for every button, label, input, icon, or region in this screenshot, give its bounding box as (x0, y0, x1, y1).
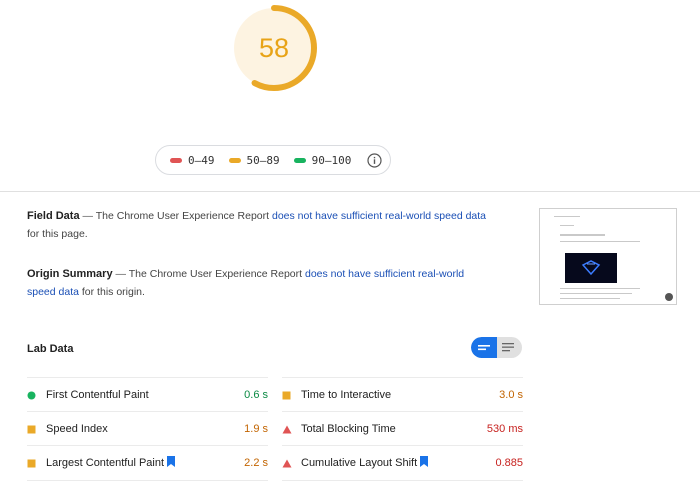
metrics-view-toggle[interactable] (471, 337, 522, 358)
legend-swatch-poor (170, 157, 182, 163)
origin-summary-heading: Origin Summary (27, 268, 113, 280)
legend-swatch-good (293, 157, 306, 163)
legend-label-good: 90–100 (311, 153, 352, 167)
metric-value: 2.2 s (244, 457, 268, 469)
metric-name: Time to Interactive (301, 389, 392, 401)
metric-value: 530 ms (486, 423, 523, 435)
metric-name: Speed Index (46, 423, 108, 435)
metric-time-to-interactive: Time to Interactive 3.0 s (282, 377, 523, 412)
legend-item-poor: 0–49 (170, 154, 215, 167)
page-screenshot-thumbnail[interactable] (539, 208, 677, 305)
origin-summary-section: Origin Summary — The Chrome User Experie… (27, 265, 487, 301)
legend-label-poor: 0–49 (188, 153, 215, 167)
legend-label-average: 50–89 (246, 153, 280, 167)
thumb-text-line (560, 298, 620, 299)
field-data-dash: — (82, 210, 94, 222)
average-status-square-icon (282, 388, 296, 402)
legend-item-average: 50–89 (228, 153, 280, 167)
metric-first-contentful-paint: First Contentful Paint 0.6 s (27, 377, 268, 412)
field-data-section: Field Data — The Chrome User Experience … (27, 207, 487, 243)
poor-status-triangle-icon (282, 456, 296, 470)
field-data-text: The Chrome User Experience Report (95, 210, 270, 222)
poor-status-triangle-icon (282, 422, 296, 436)
legend-swatch-average (228, 157, 241, 163)
field-data-link[interactable]: does not have sufficient real-world spee… (272, 210, 486, 222)
metric-value: 0.885 (495, 457, 523, 469)
metric-value: 3.0 s (499, 389, 523, 401)
origin-summary-dash: — (115, 268, 127, 280)
average-status-square-icon (27, 456, 41, 470)
thumb-text-line (554, 216, 580, 217)
metric-name: Largest Contentful Paint (46, 457, 165, 469)
metric-speed-index: Speed Index 1.9 s (27, 411, 268, 446)
metrics-row: Largest Contentful Paint 2.2 s Cumulativ… (27, 445, 523, 481)
thumb-text-line (560, 241, 640, 242)
metric-cumulative-layout-shift: Cumulative Layout Shift 0.885 (282, 445, 523, 481)
thumb-text-line (560, 288, 640, 289)
origin-summary-text-end: for this origin. (81, 286, 145, 298)
score-legend: 0–49 50–89 90–100 (155, 145, 391, 175)
average-status-square-icon (27, 422, 41, 436)
info-icon[interactable] (367, 153, 382, 168)
metric-name: First Contentful Paint (46, 389, 149, 401)
score-value: 58 (258, 32, 290, 63)
good-status-circle-icon (27, 388, 41, 402)
metric-total-blocking-time: Total Blocking Time 530 ms (282, 411, 523, 446)
lab-data-heading: Lab Data (27, 343, 74, 355)
metrics-row: Speed Index 1.9 s Total Blocking Time 53… (27, 411, 523, 446)
thumb-text-line (560, 293, 632, 294)
legend-item-good: 90–100 (293, 153, 352, 167)
lab-metrics-table: First Contentful Paint 0.6 s Time to Int… (27, 377, 523, 481)
metric-value: 0.6 s (244, 389, 268, 401)
compact-list-icon (478, 345, 490, 351)
bookmark-flag-icon[interactable] (420, 456, 429, 470)
performance-score-gauge: 58 (230, 4, 318, 92)
field-data-heading: Field Data (27, 210, 80, 222)
thumb-text-line (560, 225, 574, 226)
section-divider (0, 191, 700, 192)
thumb-scroll-button-icon (665, 293, 673, 301)
thumb-hero-image (565, 253, 617, 283)
bookmark-flag-icon[interactable] (167, 456, 176, 470)
metric-name: Total Blocking Time (301, 423, 396, 435)
metrics-row: First Contentful Paint 0.6 s Time to Int… (27, 377, 523, 412)
field-data-text-end: for this page. (27, 228, 88, 240)
metric-largest-contentful-paint: Largest Contentful Paint 2.2 s (27, 445, 268, 481)
thumb-title-line (560, 234, 605, 236)
metric-name: Cumulative Layout Shift (301, 457, 418, 469)
origin-summary-text: The Chrome User Experience Report (128, 268, 303, 280)
metric-value: 1.9 s (244, 423, 268, 435)
expanded-list-icon[interactable] (502, 342, 514, 353)
